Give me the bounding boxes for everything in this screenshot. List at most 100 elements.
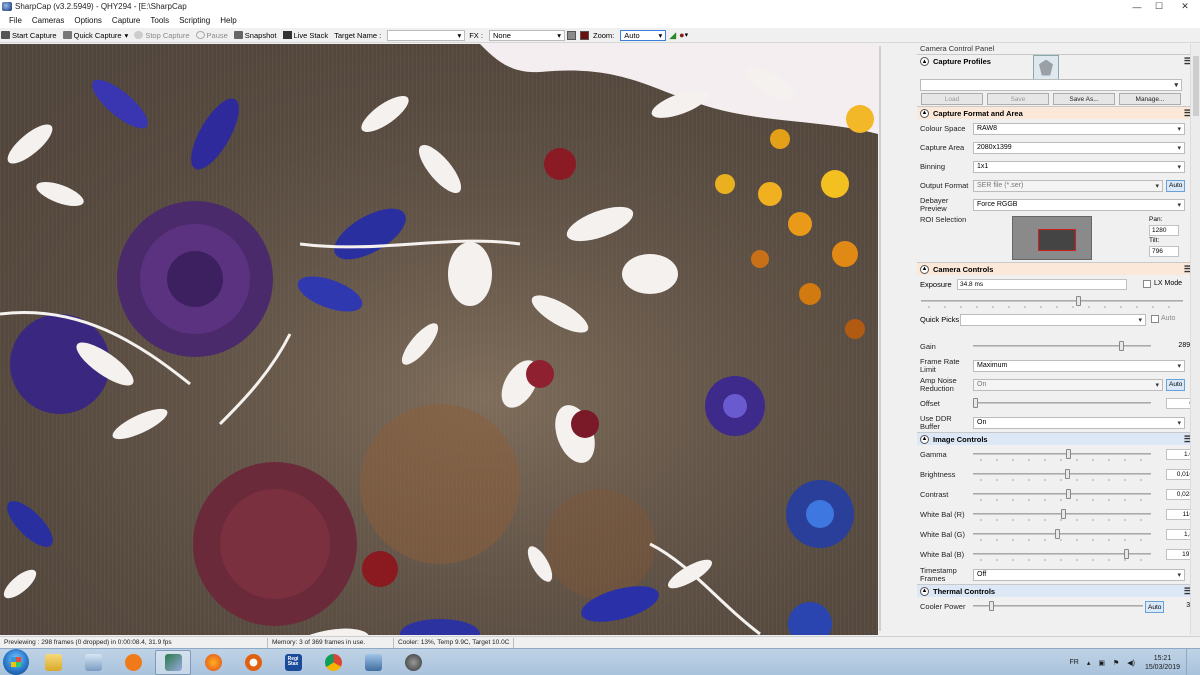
menu-tools[interactable]: Tools bbox=[145, 16, 174, 25]
manage-profiles-button[interactable]: Manage... bbox=[1119, 93, 1181, 105]
exposure-input[interactable]: 34.8 ms bbox=[957, 279, 1127, 290]
menu-bar: File Cameras Options Capture Tools Scrip… bbox=[0, 13, 1200, 28]
brightness-slider[interactable] bbox=[973, 468, 1151, 481]
capture-profile-select[interactable] bbox=[920, 79, 1182, 91]
gamma-slider[interactable] bbox=[973, 448, 1151, 461]
camera-preview-image[interactable] bbox=[0, 44, 878, 635]
frame-rate-select[interactable]: Maximum bbox=[973, 359, 1185, 372]
flag-icon[interactable]: ⚑ bbox=[1113, 659, 1119, 667]
start-button[interactable] bbox=[3, 649, 29, 675]
amp-noise-select[interactable]: On bbox=[973, 378, 1163, 391]
save-as-profile-button[interactable]: Save As... bbox=[1053, 93, 1115, 105]
amp-noise-auto-button[interactable]: Auto bbox=[1166, 378, 1186, 391]
panel-scrollbar-thumb[interactable] bbox=[1193, 56, 1199, 116]
pause-icon bbox=[195, 31, 205, 39]
chevron-down-icon[interactable]: ▾ bbox=[125, 31, 129, 40]
fx-select[interactable]: None ▾ bbox=[488, 29, 565, 41]
collapse-icon[interactable]: ▲ bbox=[920, 586, 929, 596]
window-title: SharpCap (v3.2.5949) - QHY294 - [E:\Shar… bbox=[15, 2, 187, 11]
taskbar-file-manager[interactable] bbox=[75, 650, 111, 675]
taskbar-photos[interactable] bbox=[355, 650, 391, 675]
debayer-select[interactable]: Force RGGB bbox=[973, 198, 1185, 211]
ddr-buffer-row: Use DDR Buffer On bbox=[917, 413, 1200, 432]
show-desktop-button[interactable] bbox=[1186, 649, 1194, 675]
zoom-select[interactable]: Auto ▾ bbox=[620, 29, 667, 41]
chevron-down-icon[interactable]: ▾ bbox=[685, 31, 689, 39]
pan-spinner[interactable]: 1280 bbox=[1149, 225, 1179, 236]
colour-space-select[interactable]: RAW8 bbox=[973, 122, 1185, 135]
stop-icon bbox=[134, 31, 144, 39]
scrollbar-thumb[interactable] bbox=[879, 46, 881, 631]
tilt-spinner[interactable]: 796 bbox=[1149, 246, 1179, 257]
pause-button[interactable]: Pause bbox=[195, 31, 228, 40]
capture-area-select[interactable]: 2080x1399 bbox=[973, 141, 1185, 154]
roi-box[interactable] bbox=[1038, 229, 1076, 251]
taskbar-regi-stax[interactable]: Regi Stax bbox=[275, 650, 311, 675]
menu-scripting[interactable]: Scripting bbox=[174, 16, 215, 25]
language-indicator[interactable]: FR bbox=[1069, 659, 1078, 666]
network-icon[interactable]: ▣ bbox=[1098, 659, 1105, 667]
white-bal-b-slider[interactable] bbox=[973, 548, 1151, 561]
output-format-select[interactable]: SER file (*.ser) bbox=[973, 179, 1163, 192]
cooler-power-slider[interactable] bbox=[973, 600, 1143, 612]
debayer-row: Debayer Preview Force RGGB bbox=[917, 195, 1200, 214]
close-button[interactable]: ✕ bbox=[1170, 0, 1200, 13]
clock[interactable]: 15:21 15/03/2019 bbox=[1145, 654, 1180, 672]
cooler-auto-button[interactable]: Auto bbox=[1145, 601, 1165, 613]
preview-scrollbar[interactable] bbox=[878, 44, 916, 635]
quick-picks-auto-checkbox[interactable] bbox=[1151, 315, 1159, 323]
load-profile-button[interactable]: Load bbox=[921, 93, 983, 105]
grey-swatch-button[interactable] bbox=[566, 30, 576, 40]
offset-slider[interactable] bbox=[973, 397, 1151, 409]
menu-help[interactable]: Help bbox=[215, 16, 241, 25]
contrast-slider[interactable] bbox=[973, 488, 1151, 501]
taskbar-chrome[interactable] bbox=[315, 650, 351, 675]
lx-mode-checkbox[interactable] bbox=[1143, 280, 1151, 288]
volume-icon[interactable]: ◀) bbox=[1127, 659, 1135, 667]
panel-scrollbar[interactable] bbox=[1190, 44, 1200, 635]
exposure-slider[interactable] bbox=[921, 295, 1183, 308]
taskbar-explorer[interactable] bbox=[35, 650, 71, 675]
tray-arrow-icon[interactable]: ▴ bbox=[1087, 659, 1091, 667]
capture-format-section: ▲ Capture Format and Area ☰ bbox=[917, 106, 1200, 119]
start-capture-button[interactable]: Start Capture bbox=[1, 31, 57, 40]
ddr-buffer-select[interactable]: On bbox=[973, 416, 1185, 429]
save-profile-button[interactable]: Save bbox=[987, 93, 1049, 105]
toolbar: Start Capture Quick Capture ▾ Stop Captu… bbox=[0, 28, 1200, 43]
menu-capture[interactable]: Capture bbox=[107, 16, 145, 25]
maximize-button[interactable]: ☐ bbox=[1148, 0, 1170, 13]
collapse-icon[interactable]: ▲ bbox=[920, 264, 929, 274]
output-format-auto-button[interactable]: Auto bbox=[1166, 179, 1186, 192]
media-app-icon bbox=[244, 653, 262, 671]
stop-capture-button[interactable]: Stop Capture bbox=[134, 31, 190, 40]
timestamp-select[interactable]: Off bbox=[973, 568, 1185, 581]
taskbar-sharpcap[interactable] bbox=[155, 649, 191, 675]
taskbar-camera[interactable] bbox=[395, 650, 431, 675]
menu-cameras[interactable]: Cameras bbox=[27, 16, 69, 25]
quick-capture-button[interactable]: Quick Capture ▾ bbox=[62, 31, 129, 40]
taskbar-firefox[interactable] bbox=[195, 650, 231, 675]
histogram-icon[interactable]: ◢ bbox=[669, 30, 676, 41]
target-name-input[interactable]: ▾ bbox=[387, 29, 466, 41]
binning-select[interactable]: 1x1 bbox=[973, 160, 1185, 173]
white-bal-r-slider[interactable] bbox=[973, 508, 1151, 521]
snapshot-button[interactable]: Snapshot bbox=[233, 31, 277, 40]
binning-row: Binning 1x1 bbox=[917, 157, 1200, 176]
collapse-icon[interactable]: ▲ bbox=[920, 434, 929, 444]
red-swatch-button[interactable] bbox=[579, 30, 589, 40]
taskbar-media-player[interactable] bbox=[115, 650, 151, 675]
profile-icon bbox=[1033, 55, 1059, 80]
white-bal-g-slider[interactable] bbox=[973, 528, 1151, 541]
roi-selector[interactable] bbox=[1012, 216, 1092, 260]
taskbar-media-app[interactable] bbox=[235, 650, 271, 675]
quick-picks-select[interactable] bbox=[960, 313, 1146, 326]
live-stack-button[interactable]: Live Stack bbox=[282, 31, 328, 40]
collapse-icon[interactable]: ▲ bbox=[920, 57, 929, 66]
minimize-button[interactable]: — bbox=[1126, 0, 1148, 13]
chrome-icon bbox=[324, 653, 342, 671]
menu-file[interactable]: File bbox=[4, 16, 27, 25]
collapse-icon[interactable]: ▲ bbox=[920, 108, 929, 118]
menu-options[interactable]: Options bbox=[69, 16, 107, 25]
gain-slider[interactable] bbox=[973, 340, 1151, 352]
